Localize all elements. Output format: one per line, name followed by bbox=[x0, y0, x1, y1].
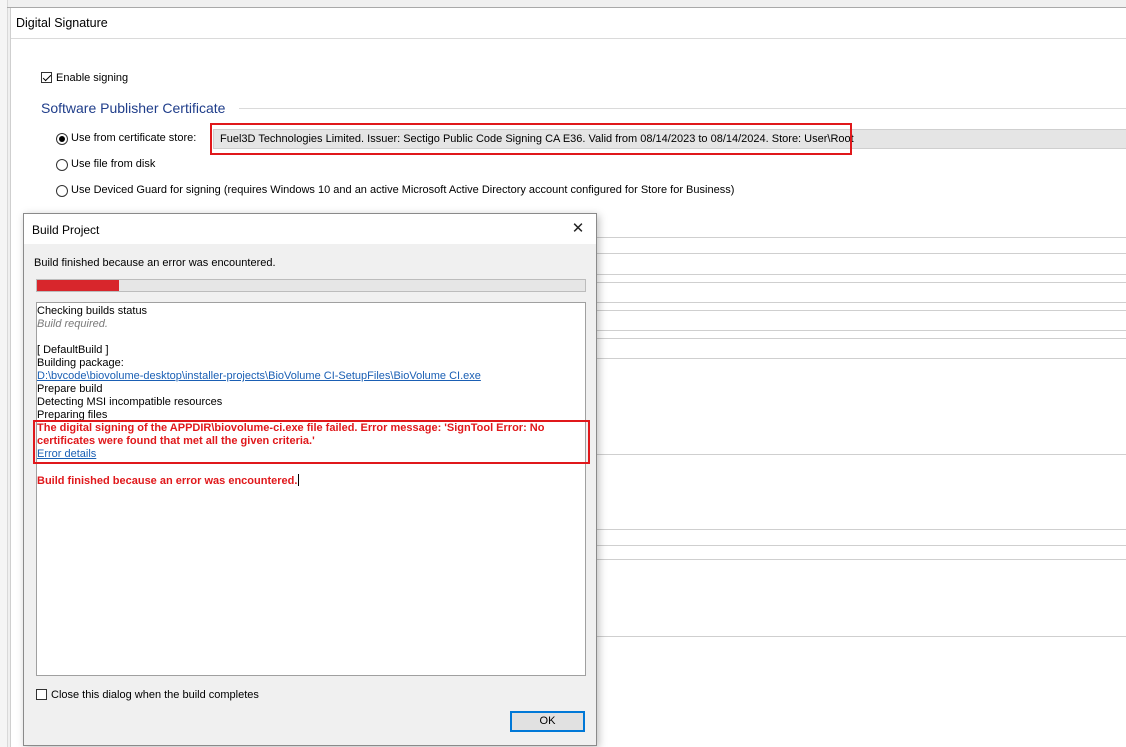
progress-fill bbox=[37, 280, 119, 291]
build-status-text: Build finished because an error was enco… bbox=[34, 257, 276, 269]
background-rule bbox=[597, 282, 1126, 283]
radio-certificate-store[interactable] bbox=[56, 133, 68, 145]
close-dialog-label[interactable]: Close this dialog when the build complet… bbox=[51, 689, 259, 701]
radio-device-guard[interactable] bbox=[56, 185, 68, 197]
background-rule bbox=[597, 310, 1126, 311]
package-path-link[interactable]: D:\bvcode\biovolume-desktop\installer-pr… bbox=[37, 370, 481, 383]
close-dialog-checkbox[interactable] bbox=[36, 689, 47, 700]
enable-signing-label[interactable]: Enable signing bbox=[56, 72, 128, 84]
radio-file-from-disk-label[interactable]: Use file from disk bbox=[71, 158, 155, 170]
build-progress-bar bbox=[36, 279, 586, 292]
background-rule bbox=[597, 559, 1126, 560]
enable-signing-checkbox[interactable] bbox=[41, 72, 52, 83]
ok-button[interactable]: OK bbox=[510, 711, 585, 732]
log-line: Checking builds status bbox=[37, 305, 148, 317]
background-rule bbox=[597, 529, 1126, 530]
build-project-dialog: Build Project ✕ Build finished because a… bbox=[23, 213, 597, 746]
background-rule bbox=[597, 302, 1126, 303]
background-rule bbox=[597, 636, 1126, 637]
log-line: Prepare build bbox=[37, 383, 103, 395]
highlight-certificate bbox=[210, 123, 852, 155]
dialog-title: Build Project bbox=[32, 223, 100, 237]
radio-certificate-store-label[interactable]: Use from certificate store: bbox=[71, 132, 196, 144]
highlight-error bbox=[33, 420, 590, 464]
background-rule bbox=[597, 454, 1126, 455]
text-caret bbox=[298, 474, 300, 486]
dialog-titlebar: Build Project ✕ bbox=[24, 214, 596, 244]
background-rule bbox=[597, 253, 1126, 254]
section-heading: Software Publisher Certificate bbox=[41, 100, 226, 116]
background-rule bbox=[597, 358, 1126, 359]
log-line: Building package: bbox=[37, 357, 124, 369]
title-divider bbox=[11, 38, 1126, 39]
panel-title: Digital Signature bbox=[16, 16, 108, 30]
build-log[interactable]: Checking builds status Build required. [… bbox=[36, 302, 586, 676]
radio-device-guard-label[interactable]: Use Deviced Guard for signing (requires … bbox=[71, 184, 734, 196]
left-edge-strip bbox=[0, 0, 8, 747]
final-error-text: Build finished because an error was enco… bbox=[37, 475, 298, 487]
log-line: Detecting MSI incompatible resources bbox=[37, 396, 223, 408]
background-rule bbox=[597, 338, 1126, 339]
section-divider bbox=[239, 108, 1126, 109]
background-rule bbox=[597, 274, 1126, 275]
background-rule bbox=[597, 545, 1126, 546]
close-icon[interactable]: ✕ bbox=[568, 220, 588, 238]
screen: Digital Signature Enable signing Softwar… bbox=[0, 0, 1126, 747]
log-line: [ DefaultBuild ] bbox=[37, 344, 109, 356]
log-line: Build required. bbox=[37, 318, 108, 330]
background-rule bbox=[597, 237, 1126, 238]
final-error-line: Build finished because an error was enco… bbox=[37, 474, 300, 488]
radio-file-from-disk[interactable] bbox=[56, 159, 68, 171]
background-rule bbox=[597, 330, 1126, 331]
